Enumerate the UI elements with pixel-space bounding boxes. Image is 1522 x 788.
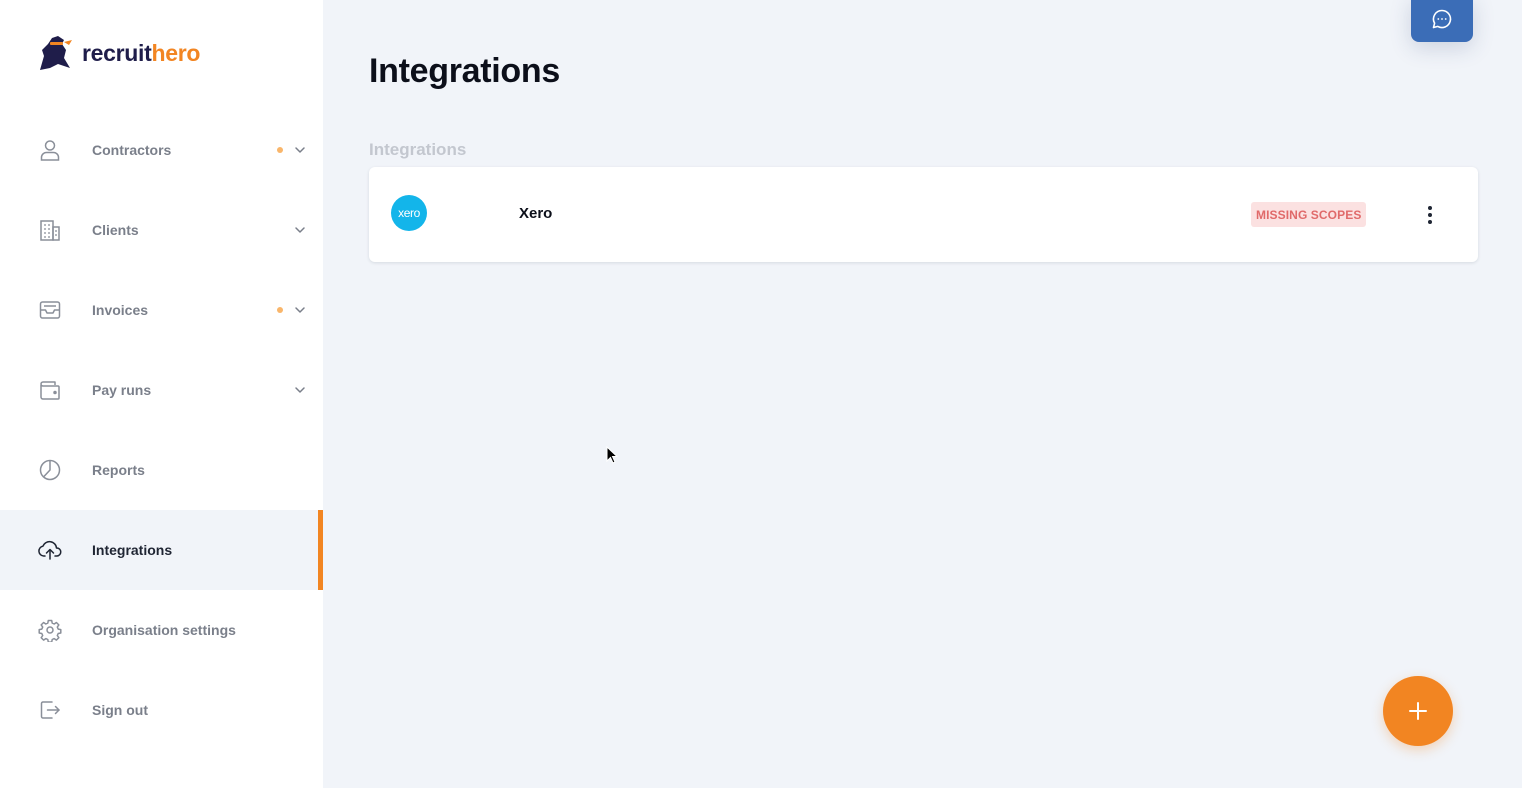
sidebar-item-label: Contractors [92, 142, 172, 158]
sidebar-item-pay-runs[interactable]: Pay runs [0, 350, 323, 430]
sidebar-item-reports[interactable]: Reports [0, 430, 323, 510]
brand-logo[interactable]: recruithero [36, 34, 200, 72]
brand-name-part2: hero [151, 39, 201, 66]
cloud-upload-icon [37, 537, 63, 563]
integration-name: Xero [519, 205, 553, 222]
chevron-down-icon [295, 227, 305, 233]
user-icon [37, 137, 63, 163]
inbox-icon [37, 297, 63, 323]
sidebar-item-clients[interactable]: Clients [0, 190, 323, 270]
building-icon [37, 217, 63, 243]
section-label: Integrations [369, 140, 467, 159]
sidebar-item-integrations[interactable]: Integrations [0, 510, 323, 590]
sidebar: recruithero Contractors Clients Invoices… [0, 0, 323, 788]
sidebar-item-label: Organisation settings [92, 622, 236, 638]
sidebar-item-invoices[interactable]: Invoices [0, 270, 323, 350]
app: recruithero Contractors Clients Invoices… [0, 0, 1522, 788]
sidebar-item-label: Pay runs [92, 382, 152, 398]
active-indicator [318, 510, 323, 590]
notification-dot [277, 307, 283, 313]
more-options-icon[interactable] [1421, 203, 1439, 227]
chevron-down-icon [295, 387, 305, 393]
sidebar-item-label: Sign out [92, 702, 148, 718]
xero-logo: xero [391, 195, 427, 231]
kebab-dot [1428, 206, 1432, 210]
sidebar-item-label: Clients [92, 222, 139, 238]
chat-bubble-icon [1432, 9, 1452, 29]
sidebar-item-label: Integrations [92, 542, 173, 558]
sidebar-item-contractors[interactable]: Contractors [0, 110, 323, 190]
wallet-icon [37, 377, 63, 403]
add-integration-button[interactable] [1383, 676, 1453, 746]
sidebar-item-label: Invoices [92, 302, 149, 318]
sidebar-item-label: Reports [92, 462, 145, 478]
sign-out-icon [37, 697, 63, 723]
brand-name-part1: recruit [82, 39, 152, 66]
chat-button[interactable] [1411, 0, 1473, 42]
plus-icon [1409, 702, 1427, 720]
mouse-cursor-icon [606, 446, 618, 464]
brand-name: recruithero [82, 40, 200, 67]
pie-chart-icon [37, 457, 63, 483]
page-title: Integrations [369, 52, 560, 90]
sidebar-item-organisation-settings[interactable]: Organisation settings [0, 590, 323, 670]
integration-card-xero[interactable]: xero Xero MISSING SCOPES [369, 167, 1478, 262]
chevron-down-icon [295, 307, 305, 313]
gear-icon [37, 617, 63, 643]
sidebar-item-sign-out[interactable]: Sign out [0, 670, 323, 750]
chevron-down-icon [295, 147, 305, 153]
kebab-dot [1428, 220, 1432, 224]
recruithero-mascot-icon [40, 36, 72, 70]
notification-dot [277, 147, 283, 153]
status-badge: MISSING SCOPES [1251, 202, 1367, 227]
kebab-dot [1428, 213, 1432, 217]
